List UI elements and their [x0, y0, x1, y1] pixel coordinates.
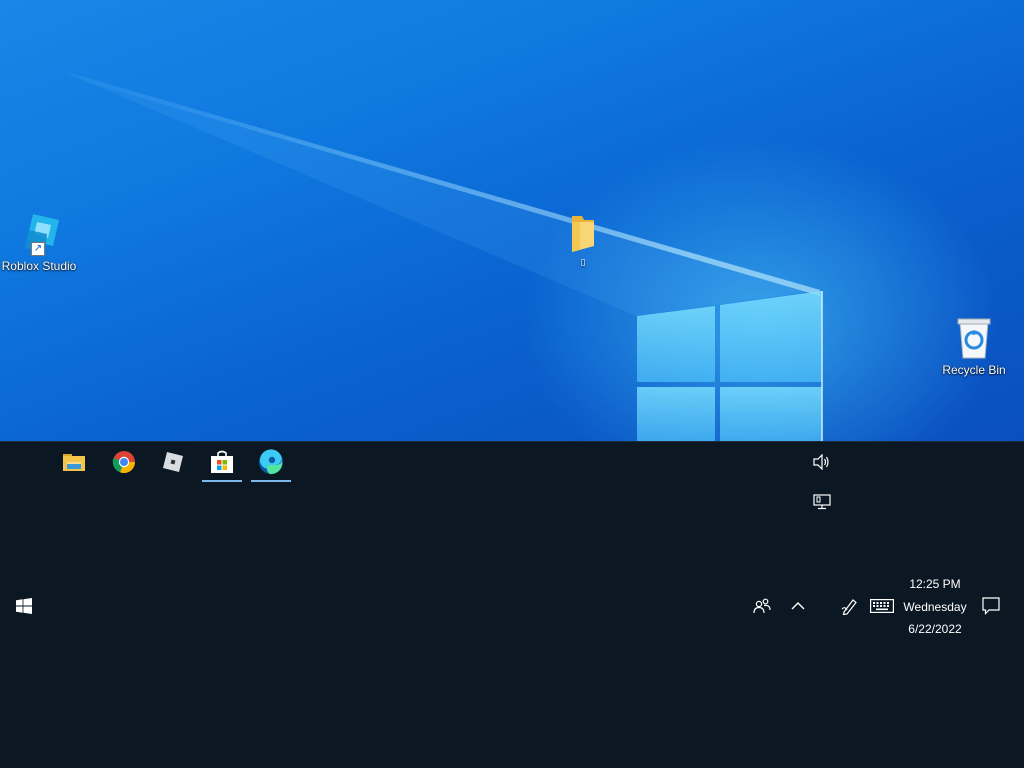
desktop-icon-label: Roblox Studio: [1, 259, 77, 273]
recycle-bin-icon: [957, 318, 991, 359]
pen-workspace-icon: [841, 599, 857, 615]
windows-ink-workspace-button[interactable]: [836, 592, 864, 620]
touch-keyboard-icon: [870, 599, 894, 613]
people-button[interactable]: [748, 592, 776, 620]
shortcut-arrow-icon: ↗: [31, 242, 45, 256]
windows-logo-icon: [16, 598, 32, 614]
taskbar-clock[interactable]: 12:25 PM Wednesday 6/22/2022: [898, 573, 972, 641]
taskbar-chrome[interactable]: [104, 442, 144, 482]
clock-day: Wednesday: [903, 599, 967, 614]
clock-time: 12:25 PM: [909, 577, 961, 591]
desktop-icon-folder[interactable]: ▯: [552, 214, 614, 268]
taskbar[interactable]: 12:25 PM Wednesday 6/22/2022: [0, 441, 1024, 768]
taskbar-microsoft-store[interactable]: [202, 442, 242, 482]
people-icon: [753, 598, 771, 614]
taskbar-microsoft-edge[interactable]: [251, 442, 291, 482]
volume-icon: [813, 454, 829, 470]
roblox-icon: [163, 452, 183, 472]
notification-icon: [982, 597, 1000, 615]
taskbar-roblox[interactable]: [153, 442, 193, 482]
volume-button[interactable]: [808, 448, 836, 476]
desktop-icon-roblox-studio[interactable]: ↗ Roblox Studio: [0, 212, 78, 273]
network-icon: [813, 494, 831, 510]
chrome-icon: [112, 451, 136, 474]
desktop-icon-recycle-bin[interactable]: Recycle Bin: [938, 316, 1010, 377]
folder-icon: [572, 216, 594, 252]
action-center-button[interactable]: [977, 592, 1005, 620]
network-button[interactable]: [808, 488, 836, 516]
show-hidden-icons-button[interactable]: [784, 592, 812, 620]
file-explorer-icon: [63, 454, 85, 471]
roblox-studio-icon: ↗: [15, 212, 63, 256]
desktop-icon-label: Recycle Bin: [942, 363, 1006, 377]
edge-icon: [259, 449, 283, 475]
wallpaper-light-beam: [60, 70, 823, 441]
touch-keyboard-button[interactable]: [866, 592, 898, 620]
unnamed-glyph: ▯: [580, 257, 586, 267]
store-icon: [211, 450, 233, 473]
clock-date: 6/22/2022: [908, 622, 962, 636]
desktop[interactable]: ↗ Roblox Studio ▯ Recycle Bin: [0, 0, 1024, 441]
chevron-up-icon: [791, 602, 805, 610]
wallpaper-windows-logo: [637, 291, 823, 441]
taskbar-file-explorer[interactable]: [54, 442, 94, 482]
start-button[interactable]: [4, 586, 44, 626]
